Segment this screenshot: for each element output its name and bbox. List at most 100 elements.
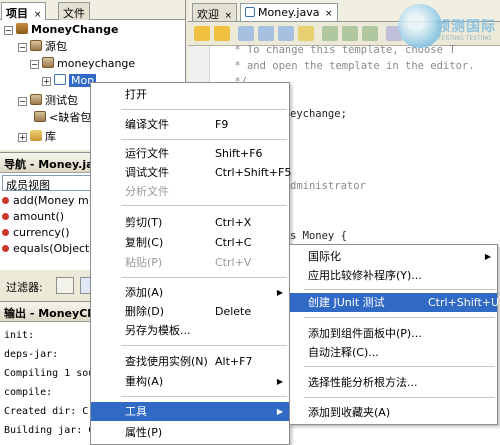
toggle-highlight-icon[interactable] bbox=[298, 26, 314, 41]
menu-separator bbox=[304, 289, 495, 290]
menu-item-accelerator: Shift+F6 bbox=[215, 147, 263, 160]
tree-node-default-package[interactable]: <缺省包 bbox=[34, 110, 91, 126]
menu-item-label: 国际化 bbox=[308, 250, 341, 263]
method-icon bbox=[2, 229, 9, 236]
menu-item-label: 查找使用实例(N) bbox=[125, 355, 208, 368]
submenu-item-create-junit-tests[interactable]: 创建 JUnit 测试 Ctrl+Shift+U bbox=[290, 293, 499, 312]
menu-item-open[interactable]: 打开 bbox=[91, 85, 289, 104]
tree-node-package[interactable]: − moneychange bbox=[30, 56, 135, 72]
submenu-item-add-to-favorites[interactable]: 添加到收藏夹(A) bbox=[290, 403, 497, 422]
menu-item-accelerator: Ctrl+Shift+F5 bbox=[215, 166, 292, 179]
close-icon[interactable]: × bbox=[225, 11, 233, 21]
tab-projects-label: 项目 bbox=[6, 7, 28, 20]
submenu-arrow-icon: ▶ bbox=[276, 288, 283, 297]
tab-projects[interactable]: 项目 × bbox=[1, 2, 47, 20]
tree-node-money-java[interactable]: + Mon bbox=[42, 73, 97, 89]
menu-item-debug-file[interactable]: 调试文件 Ctrl+Shift+F5 bbox=[91, 163, 292, 182]
tree-node-label: 源包 bbox=[45, 40, 67, 53]
menu-item-label: 创建 JUnit 测试 bbox=[308, 296, 385, 309]
tab-money-label: Money.java bbox=[258, 6, 320, 19]
menu-item-copy[interactable]: 复制(C) Ctrl+C bbox=[91, 233, 289, 252]
tab-welcome[interactable]: 欢迎 × bbox=[192, 3, 238, 21]
menu-separator bbox=[304, 366, 495, 367]
menu-item-delete[interactable]: 删除(D) Delete bbox=[91, 302, 289, 321]
submenu-item-auto-comment[interactable]: 自动注释(C)... bbox=[290, 343, 497, 362]
tab-welcome-label: 欢迎 bbox=[197, 8, 219, 21]
menu-item-tools[interactable]: 工具 ▶ bbox=[91, 402, 289, 421]
tools-submenu: 国际化 ▶ 应用比较修补程序(Y)... 创建 JUnit 测试 Ctrl+Sh… bbox=[289, 244, 499, 425]
menu-separator bbox=[121, 139, 287, 140]
menu-item-refactor[interactable]: 重构(A) ▶ bbox=[91, 372, 289, 391]
context-menu: 打开 编译文件 F9 运行文件 Shift+F6 调试文件 Ctrl+Shift… bbox=[90, 82, 292, 445]
submenu-item-add-to-palette[interactable]: 添加到组件面板中(P)... bbox=[290, 324, 497, 343]
collapse-icon[interactable]: − bbox=[4, 26, 13, 35]
menu-item-find-usages[interactable]: 查找使用实例(N) Alt+F7 bbox=[91, 352, 289, 371]
menu-item-label: 添加到组件面板中(P)... bbox=[308, 327, 422, 340]
projects-tabbar: 项目 × 文件 bbox=[0, 0, 185, 20]
menu-item-accelerator: F9 bbox=[215, 118, 229, 131]
menu-item-accelerator: Delete bbox=[215, 305, 252, 318]
member-label: add(Money m) bbox=[13, 194, 93, 207]
menu-item-accelerator: Ctrl+C bbox=[215, 236, 252, 249]
menu-item-label: 自动注释(C)... bbox=[308, 346, 379, 359]
menu-item-paste[interactable]: 粘贴(P) Ctrl+V bbox=[91, 253, 289, 272]
filter-fields-icon[interactable] bbox=[56, 277, 74, 294]
menu-item-save-as-template[interactable]: 另存为模板... bbox=[91, 321, 289, 340]
menu-item-cut[interactable]: 剪切(T) Ctrl+X bbox=[91, 213, 289, 232]
menu-item-properties[interactable]: 属性(P) bbox=[91, 423, 289, 442]
tree-node-label: 测试包 bbox=[45, 94, 78, 107]
menu-item-compile[interactable]: 编译文件 F9 bbox=[91, 115, 289, 134]
next-bookmark-icon[interactable] bbox=[342, 26, 358, 41]
menu-item-accelerator: Ctrl+V bbox=[215, 256, 252, 269]
menu-item-label: 粘贴(P) bbox=[125, 256, 163, 269]
find-next-icon[interactable] bbox=[278, 26, 294, 41]
package-icon bbox=[34, 111, 46, 122]
forward-icon[interactable] bbox=[214, 26, 230, 41]
tree-node-source-packages[interactable]: − 源包 bbox=[18, 39, 67, 55]
menu-item-label: 添加到收藏夹(A) bbox=[308, 406, 391, 419]
menu-item-add[interactable]: 添加(A) ▶ bbox=[91, 283, 289, 302]
back-icon[interactable] bbox=[194, 26, 210, 41]
menu-item-label: 另存为模板... bbox=[125, 324, 191, 337]
toggle-bookmark-icon[interactable] bbox=[362, 26, 378, 41]
menu-item-label: 调试文件 bbox=[125, 166, 169, 179]
tree-node-project[interactable]: − MoneyChange bbox=[4, 22, 118, 38]
expand-icon[interactable]: + bbox=[42, 77, 51, 86]
submenu-item-select-profiling-root[interactable]: 选择性能分析根方法... bbox=[290, 373, 497, 392]
find-icon[interactable] bbox=[238, 26, 254, 41]
menu-item-run-file[interactable]: 运行文件 Shift+F6 bbox=[91, 144, 289, 163]
tree-node-libraries[interactable]: + 库 bbox=[18, 129, 56, 145]
member-item[interactable]: currency() bbox=[2, 225, 70, 240]
expand-icon[interactable]: + bbox=[18, 133, 27, 142]
menu-item-label: 复制(C) bbox=[125, 236, 164, 249]
submenu-arrow-icon: ▶ bbox=[276, 377, 283, 386]
member-item[interactable]: amount() bbox=[2, 209, 64, 224]
submenu-arrow-icon: ▶ bbox=[484, 252, 491, 261]
close-icon[interactable]: × bbox=[34, 10, 42, 20]
close-icon[interactable]: × bbox=[325, 9, 333, 19]
tab-money-java[interactable]: Money.java × bbox=[240, 3, 338, 21]
menu-item-profile-file[interactable]: 分析文件 bbox=[91, 182, 289, 201]
collapse-icon[interactable]: − bbox=[18, 43, 27, 52]
menu-item-label: 添加(A) bbox=[125, 286, 164, 299]
java-file-icon bbox=[245, 7, 255, 17]
menu-item-label: 剪切(T) bbox=[125, 216, 163, 229]
menu-separator bbox=[121, 109, 287, 110]
submenu-arrow-icon: ▶ bbox=[276, 407, 283, 416]
tab-files[interactable]: 文件 bbox=[58, 2, 90, 20]
collapse-icon[interactable]: − bbox=[30, 60, 39, 69]
submenu-item-i18n[interactable]: 国际化 ▶ bbox=[290, 247, 497, 266]
collapse-icon[interactable]: − bbox=[18, 97, 27, 106]
method-icon bbox=[2, 197, 9, 204]
code-line: * and open the template in the editor. bbox=[228, 60, 475, 72]
previous-bookmark-icon[interactable] bbox=[322, 26, 338, 41]
tree-node-label: MoneyChange bbox=[31, 23, 119, 36]
output-line: init: bbox=[4, 330, 35, 341]
find-previous-icon[interactable] bbox=[258, 26, 274, 41]
menu-separator bbox=[121, 205, 287, 206]
submenu-item-apply-diff-patch[interactable]: 应用比较修补程序(Y)... bbox=[290, 266, 497, 285]
code-line: dministrator bbox=[290, 180, 366, 192]
tree-node-test-packages[interactable]: − 测试包 bbox=[18, 93, 78, 109]
member-item[interactable]: add(Money m) bbox=[2, 193, 93, 208]
menu-item-label: 工具 bbox=[125, 405, 147, 418]
